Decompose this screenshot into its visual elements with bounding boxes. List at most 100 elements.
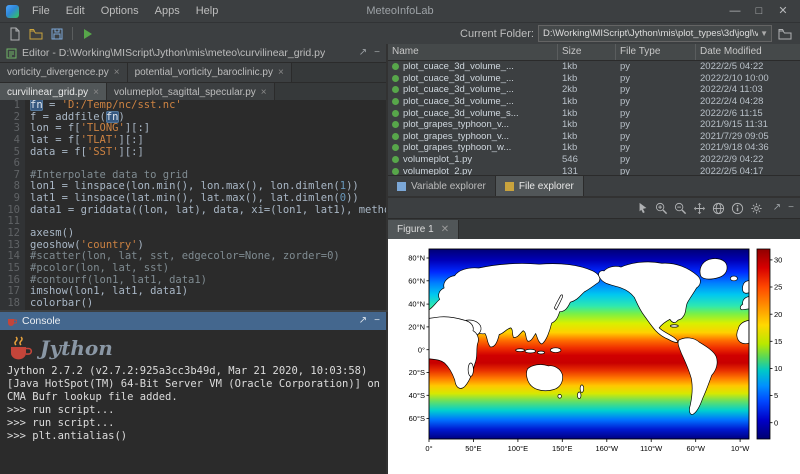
float-panel-icon[interactable]: ↗ [359, 48, 367, 58]
column-header-size[interactable]: Size [558, 44, 616, 60]
meteoinfolab-window: FileEditOptionsAppsHelp MeteoInfoLab — □… [0, 0, 800, 474]
close-tab-icon[interactable]: × [114, 67, 120, 78]
current-folder-label: Current Folder: [460, 28, 534, 40]
minimize-panel-icon[interactable]: − [374, 48, 380, 58]
svg-text:50°E: 50°E [465, 444, 481, 453]
minimize-window-icon[interactable]: — [724, 0, 746, 22]
tab-file-explorer[interactable]: File explorer [496, 176, 584, 196]
file-row[interactable]: volumeplot_1.py546py2022/2/9 04:22 [388, 154, 800, 166]
full-extent-globe-icon[interactable] [712, 202, 725, 215]
close-tab-icon[interactable]: × [93, 87, 99, 98]
editor-tab-row-1: vorticity_divergence.py×potential_vortic… [0, 63, 386, 83]
editor-tab[interactable]: potential_vorticity_baroclinic.py× [128, 63, 292, 82]
open-file-icon[interactable] [27, 25, 45, 43]
float-panel-icon[interactable]: ↗ [359, 316, 367, 326]
file-row[interactable]: plot_grapes_typhoon_w...1kbpy2021/9/18 0… [388, 142, 800, 154]
console-output[interactable]: Jython Jython 2.7.2 (v2.7.2:925a3cc3b49d… [0, 330, 386, 474]
line-number: 6 [0, 158, 25, 170]
file-size: 1kb [558, 73, 616, 84]
file-row[interactable]: plot_grapes_typhoon_v...1kbpy2021/9/15 1… [388, 119, 800, 131]
svg-text:160°W: 160°W [596, 444, 620, 453]
file-explorer-panel: NameSizeFile TypeDate Modified plot_cuac… [388, 44, 800, 196]
jython-cup-icon [6, 316, 17, 327]
menu-edit[interactable]: Edit [58, 0, 93, 22]
app-logo-icon [6, 5, 19, 18]
zoom-in-icon[interactable] [655, 202, 668, 215]
svg-text:0°: 0° [425, 444, 432, 453]
file-row[interactable]: plot_grapes_typhoon_v...1kbpy2021/7/29 0… [388, 131, 800, 143]
minimize-panel-icon[interactable]: − [374, 316, 380, 326]
file-date: 2022/2/9 04:22 [696, 154, 800, 165]
settings-gear-icon[interactable] [750, 202, 763, 215]
figures-panel-header: ↗ − [388, 198, 800, 219]
file-size: 1kb [558, 119, 616, 130]
file-size: 1kb [558, 108, 616, 119]
file-date: 2022/2/6 11:15 [696, 108, 800, 119]
maximize-window-icon[interactable]: □ [748, 0, 770, 22]
editor-tab-label: volumeplot_sagittal_specular.py [114, 87, 256, 98]
grid-icon [397, 182, 406, 191]
menu-options[interactable]: Options [93, 0, 147, 22]
file-size: 1kb [558, 96, 616, 107]
column-header-file-type[interactable]: File Type [616, 44, 696, 60]
menu-help[interactable]: Help [188, 0, 227, 22]
svg-text:25: 25 [774, 283, 782, 292]
file-type: py [616, 108, 696, 119]
svg-text:100°E: 100°E [508, 444, 529, 453]
file-row[interactable]: plot_cuace_3d_volume_...1kbpy2022/2/10 1… [388, 73, 800, 85]
minimize-panel-icon[interactable]: − [788, 203, 794, 213]
file-type: py [616, 84, 696, 95]
editor-tab[interactable]: vorticity_divergence.py× [0, 63, 128, 82]
svg-text:150°E: 150°E [552, 444, 573, 453]
console-line: >>> run script... [7, 404, 379, 417]
toolbar-separator [72, 27, 73, 40]
column-header-name[interactable]: Name [388, 44, 558, 60]
line-number: 4 [0, 135, 25, 147]
file-row[interactable]: plot_cuace_3d_volume_...1kbpy2022/2/4 04… [388, 96, 800, 108]
close-tab-icon[interactable]: × [261, 87, 267, 98]
python-file-icon [392, 121, 399, 128]
menu-bar: FileEditOptionsAppsHelp MeteoInfoLab — □… [0, 0, 800, 23]
browse-folder-icon[interactable] [776, 25, 794, 43]
python-file-icon [392, 98, 399, 105]
float-panel-icon[interactable]: ↗ [773, 203, 781, 213]
menu-apps[interactable]: Apps [147, 0, 188, 22]
colorbar [757, 249, 770, 439]
menu-file[interactable]: File [24, 0, 58, 22]
chevron-down-icon[interactable]: ▼ [760, 29, 768, 38]
select-cursor-icon[interactable] [637, 202, 649, 214]
svg-text:0°: 0° [418, 345, 425, 354]
figure-tab-label: Figure 1 [397, 224, 434, 235]
close-tab-icon[interactable]: × [278, 67, 284, 78]
file-size: 1kb [558, 142, 616, 153]
pan-icon[interactable] [693, 202, 706, 215]
file-type: py [616, 73, 696, 84]
file-row[interactable]: plot_cuace_3d_volume_s...1kbpy2022/2/6 1… [388, 107, 800, 119]
jython-logo-text: Jython [40, 336, 113, 360]
zoom-out-icon[interactable] [674, 202, 687, 215]
file-size: 1kb [558, 131, 616, 142]
file-name: plot_grapes_typhoon_w... [388, 142, 558, 153]
save-icon[interactable] [48, 25, 66, 43]
current-folder-combobox[interactable]: D:\Working\MIScript\Jython\mis\plot_type… [538, 25, 772, 42]
figure-canvas[interactable]: 80°N60°N40°N20°N0°20°S40°S60°S0°50°E100°… [388, 239, 800, 474]
file-row[interactable]: plot_cuace_3d_volume_...1kbpy2022/2/5 04… [388, 61, 800, 73]
identify-info-icon[interactable] [731, 202, 744, 215]
close-figure-icon[interactable]: ✕ [441, 224, 449, 235]
figure-tab[interactable]: Figure 1 ✕ [388, 220, 459, 239]
new-file-icon[interactable] [6, 25, 24, 43]
column-header-date-modified[interactable]: Date Modified [696, 44, 800, 60]
line-number: 7 [0, 170, 25, 182]
file-type: py [616, 142, 696, 153]
close-window-icon[interactable]: ✕ [772, 0, 794, 22]
svg-text:0: 0 [774, 418, 778, 427]
file-row[interactable]: plot_cuace_3d_volume_...2kbpy2022/2/4 11… [388, 84, 800, 96]
file-date: 2022/2/10 10:00 [696, 73, 800, 84]
code-editor[interactable]: 1fn = 'D:/Temp/nc/sst.nc'2f = addfile(fn… [0, 100, 386, 310]
editor-panel-header: Editor - D:\Working\MIScript\Jython\mis\… [0, 44, 386, 63]
tab-variable-explorer[interactable]: Variable explorer [388, 176, 496, 196]
python-file-icon [392, 133, 399, 140]
colorbar-labels: 302520151050 [770, 256, 782, 428]
python-file-icon [392, 144, 399, 151]
run-script-icon[interactable] [79, 25, 97, 43]
